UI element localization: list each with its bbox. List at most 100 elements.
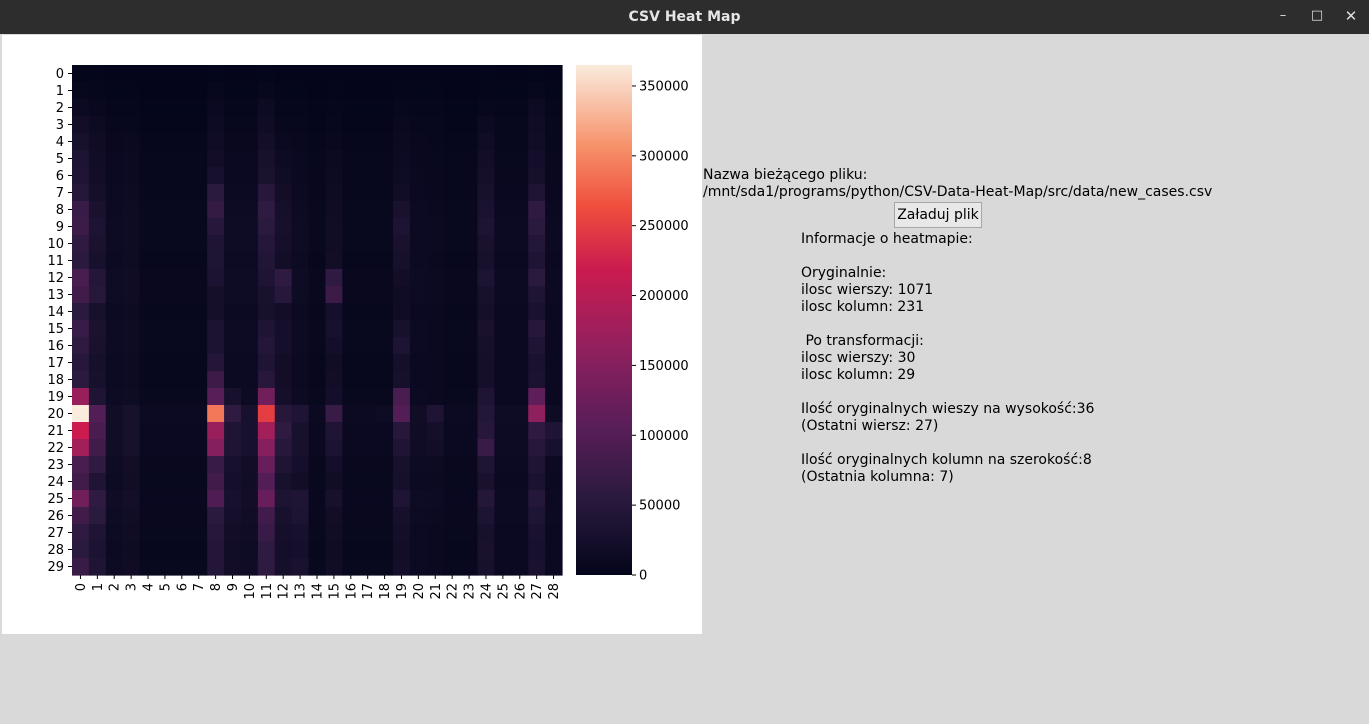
heatmap-cell bbox=[409, 218, 428, 236]
heatmap-cell bbox=[426, 354, 445, 372]
heatmap-cell bbox=[494, 184, 512, 202]
heatmap-cell bbox=[443, 320, 462, 338]
heatmap-cell bbox=[257, 337, 276, 355]
heatmap-cell bbox=[477, 201, 496, 219]
heatmap-cell bbox=[105, 184, 124, 202]
heatmap-cell bbox=[173, 286, 191, 304]
heatmap-cell bbox=[528, 218, 546, 236]
heatmap-cell bbox=[274, 269, 293, 287]
heatmap-cell bbox=[105, 133, 124, 151]
heatmap-cell bbox=[359, 422, 377, 440]
heatmap-cell bbox=[477, 133, 496, 151]
heatmap-cell bbox=[426, 99, 445, 117]
x-tick-label: 14 bbox=[311, 583, 326, 600]
heatmap-cell bbox=[359, 116, 377, 134]
heatmap-cell bbox=[308, 286, 327, 304]
y-tick-label: 23 bbox=[47, 458, 64, 473]
heatmap-cell bbox=[511, 439, 529, 457]
heatmap-cell bbox=[105, 252, 124, 270]
heatmap-cell bbox=[443, 371, 462, 389]
heatmap-cell bbox=[122, 422, 141, 440]
heatmap-cell bbox=[240, 405, 259, 423]
heatmap-cell bbox=[224, 490, 242, 508]
heatmap-cell bbox=[105, 218, 124, 236]
heatmap-cell bbox=[224, 99, 242, 117]
heatmap-cell bbox=[426, 184, 445, 202]
heatmap-cell bbox=[257, 252, 276, 270]
heatmap-cell bbox=[88, 558, 107, 576]
heatmap-cell bbox=[409, 558, 428, 576]
heatmap-cell bbox=[274, 439, 293, 457]
heatmap-cell bbox=[359, 269, 377, 287]
heatmap-cell bbox=[528, 269, 546, 287]
heatmap-cell bbox=[409, 150, 428, 168]
heatmap-cell bbox=[156, 218, 174, 236]
heatmap-cell bbox=[139, 201, 158, 219]
heatmap-cell bbox=[291, 133, 310, 151]
heatmap-cell bbox=[443, 558, 462, 576]
heatmap-cell bbox=[426, 388, 445, 406]
heatmap-cell bbox=[393, 201, 411, 219]
maximize-icon[interactable]: □ bbox=[1300, 0, 1334, 34]
heatmap-cell bbox=[224, 303, 242, 321]
heatmap-cell bbox=[207, 541, 225, 559]
heatmap-cell bbox=[240, 558, 259, 576]
heatmap-cell bbox=[190, 541, 208, 559]
heatmap-cell bbox=[308, 320, 327, 338]
heatmap-cell bbox=[325, 388, 343, 406]
x-tick-label: 6 bbox=[175, 583, 190, 591]
heatmap-cell bbox=[88, 167, 107, 185]
heatmap-cell bbox=[325, 286, 343, 304]
x-tick-label: 10 bbox=[243, 583, 258, 600]
heatmap-cell bbox=[224, 82, 242, 100]
heatmap-canvas: 0 1 2 3 4 5 6 7 8 9 10 11 12 13 14 15 16 17 18 19 20 21 22 23 24… bbox=[2, 35, 702, 634]
heatmap-cell bbox=[105, 337, 124, 355]
heatmap-cell bbox=[139, 405, 158, 423]
y-tick-label: 1 bbox=[56, 84, 64, 99]
heatmap-cell bbox=[224, 269, 242, 287]
heatmap-cell bbox=[139, 388, 158, 406]
heatmap-cell bbox=[257, 82, 276, 100]
heatmap-cell bbox=[207, 82, 225, 100]
heatmap-cell bbox=[359, 354, 377, 372]
close-icon[interactable]: ✕ bbox=[1334, 0, 1368, 34]
heatmap-cell bbox=[72, 167, 90, 185]
heatmap-cell bbox=[257, 405, 276, 423]
heatmap-cell bbox=[105, 541, 124, 559]
colorbar-tick-label: 250000 bbox=[639, 219, 689, 234]
heatmap-cell bbox=[511, 558, 529, 576]
heatmap-cell bbox=[545, 354, 563, 372]
heatmap-cell bbox=[173, 337, 191, 355]
heatmap-cell bbox=[460, 558, 479, 576]
heatmap-cell bbox=[122, 405, 141, 423]
y-tick-label: 8 bbox=[56, 203, 64, 218]
heatmap-cell bbox=[122, 524, 141, 542]
heatmap-cell bbox=[156, 507, 174, 525]
heatmap-cell bbox=[72, 201, 90, 219]
heatmap-cell bbox=[122, 82, 141, 100]
heatmap-cell bbox=[207, 524, 225, 542]
heatmap-cell bbox=[156, 167, 174, 185]
heatmap-cell bbox=[376, 337, 394, 355]
heatmap-cell bbox=[240, 354, 259, 372]
heatmap-cell bbox=[393, 473, 411, 491]
heatmap-cell bbox=[240, 473, 259, 491]
heatmap-cell bbox=[426, 473, 445, 491]
load-file-button[interactable]: Załaduj plik bbox=[894, 202, 982, 228]
heatmap-cell bbox=[173, 150, 191, 168]
heatmap-cell bbox=[139, 286, 158, 304]
heatmap-cell bbox=[224, 184, 242, 202]
heatmap-cell bbox=[528, 235, 546, 253]
y-tick-label: 16 bbox=[47, 339, 64, 354]
heatmap-cell bbox=[274, 388, 293, 406]
heatmap-cell bbox=[207, 456, 225, 474]
minimize-icon[interactable]: – bbox=[1266, 0, 1300, 34]
heatmap-cell bbox=[207, 252, 225, 270]
heatmap-cell bbox=[443, 235, 462, 253]
heatmap-cell bbox=[443, 524, 462, 542]
heatmap-cell bbox=[257, 184, 276, 202]
heatmap-cell bbox=[72, 286, 90, 304]
heatmap-cell bbox=[105, 201, 124, 219]
heatmap-cell bbox=[494, 422, 512, 440]
heatmap-cell bbox=[240, 422, 259, 440]
